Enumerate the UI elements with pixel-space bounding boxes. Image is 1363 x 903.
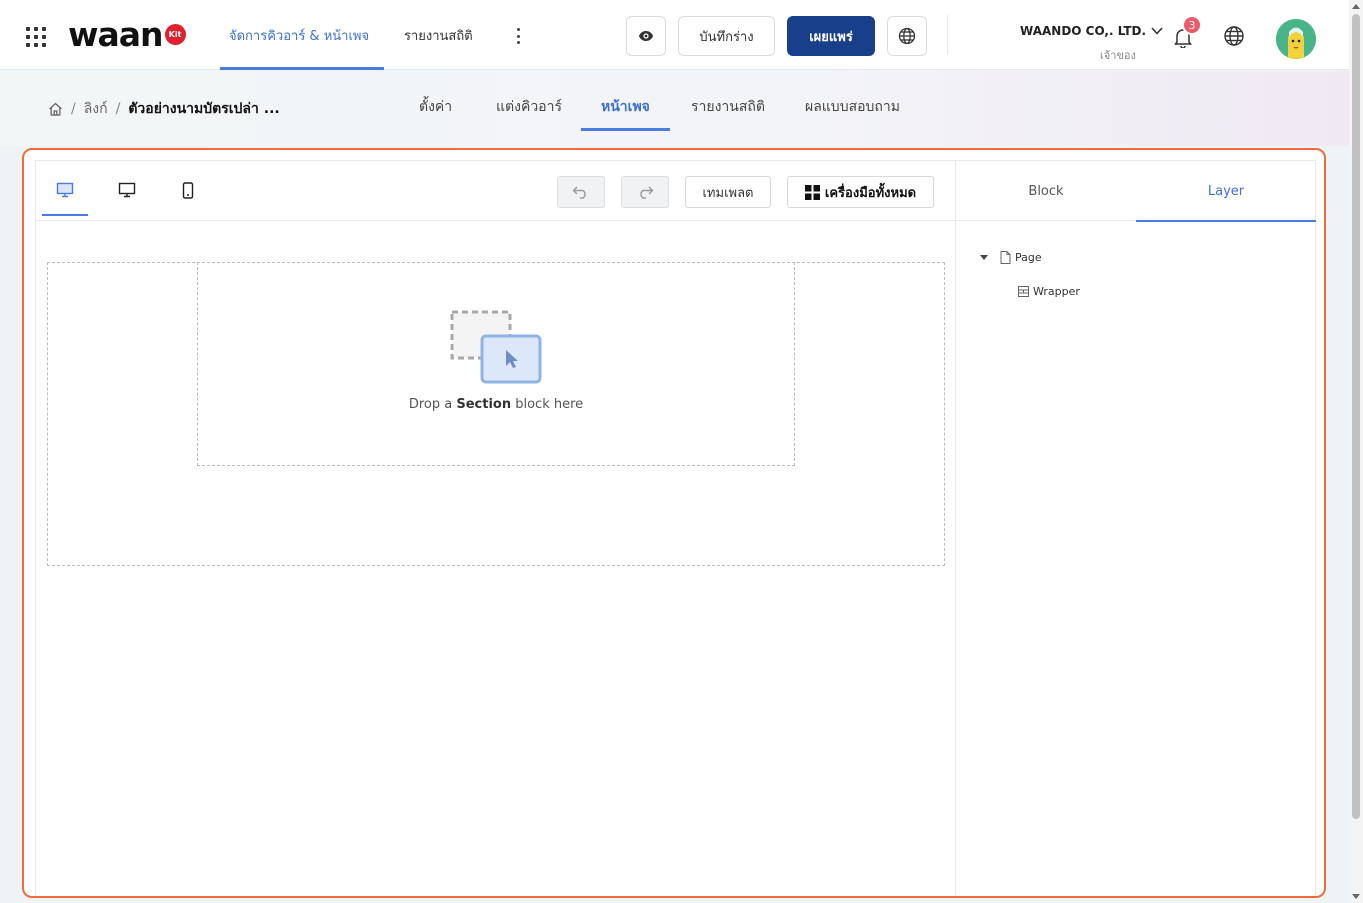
page-tab-qr-design[interactable]: แต่งคิวอาร์ xyxy=(496,96,562,131)
layer-label: Page xyxy=(1015,251,1042,264)
device-desktop-button[interactable] xyxy=(104,161,150,219)
page-wrapper-dropzone[interactable]: Drop a Section block here xyxy=(47,262,945,566)
language-button[interactable] xyxy=(887,16,927,56)
panel-tab-block[interactable]: Block xyxy=(956,161,1136,221)
layer-tree-item-page[interactable]: Page xyxy=(980,251,1042,264)
publish-button[interactable]: เผยแพร่ xyxy=(787,16,875,56)
scroll-down-arrow-icon[interactable] xyxy=(1352,894,1360,899)
globe-icon xyxy=(898,27,916,45)
breadcrumb: / ลิงก์ / ตัวอย่างนามบัตรเปล่า ... xyxy=(48,98,280,120)
page-tab-settings[interactable]: ตั้งค่า xyxy=(419,96,452,131)
device-mobile-button[interactable] xyxy=(165,161,211,219)
desktop-icon xyxy=(118,182,136,198)
drop-hint-strong: Section xyxy=(456,397,512,412)
page-scrollbar[interactable] xyxy=(1349,0,1363,903)
header-divider xyxy=(947,15,948,55)
page-tab-statistics[interactable]: รายงานสถิติ xyxy=(691,96,765,131)
notification-badge: 3 xyxy=(1182,15,1202,35)
breadcrumb-separator: / xyxy=(115,101,121,117)
panel-tabs: Block Layer xyxy=(956,161,1316,222)
world-icon[interactable] xyxy=(1223,25,1245,47)
nav-tab-statistics[interactable]: รายงานสถิติ xyxy=(404,0,473,70)
company-role: เจ้าของ xyxy=(1100,49,1136,62)
grid-blocks-icon xyxy=(804,184,820,200)
breadcrumb-parent-link[interactable]: ลิงก์ xyxy=(84,98,108,120)
apps-grid-icon[interactable] xyxy=(26,27,46,47)
top-header: waan Kit จัดการคิวอาร์ & หน้าเพจ รายงานส… xyxy=(0,0,1349,70)
page-editor: เทมเพลต เครื่องมือทั้งหมด Drop a Section… xyxy=(35,160,955,896)
page-icon xyxy=(1000,251,1011,264)
section-dropzone[interactable]: Drop a Section block here xyxy=(197,262,795,466)
preview-button[interactable] xyxy=(626,16,666,56)
save-draft-button[interactable]: บันทึกร่าง xyxy=(678,16,775,56)
all-tools-button[interactable]: เครื่องมือทั้งหมด xyxy=(787,176,934,208)
expand-caret-icon[interactable] xyxy=(980,255,988,260)
redo-button[interactable] xyxy=(621,176,669,208)
breadcrumb-current: ตัวอย่างนามบัตรเปล่า ... xyxy=(128,101,280,117)
mobile-icon xyxy=(182,181,194,199)
nav-tab-manage-qr-pages[interactable]: จัดการคิวอาร์ & หน้าเพจ xyxy=(219,0,385,70)
company-name: WAANDO CO,. LTD. xyxy=(1020,24,1147,38)
page-tab-page[interactable]: หน้าเพจ xyxy=(581,96,670,131)
more-menu-icon[interactable] xyxy=(512,26,524,46)
wrapper-icon xyxy=(1018,286,1029,297)
logo-text: waan xyxy=(68,14,164,54)
eye-icon xyxy=(639,31,653,41)
device-desktop-wide-button[interactable] xyxy=(42,161,88,219)
chevron-down-icon xyxy=(1151,27,1163,35)
scroll-thumb[interactable] xyxy=(1352,14,1360,819)
all-tools-label: เครื่องมือทั้งหมด xyxy=(824,185,917,201)
logo[interactable]: waan Kit xyxy=(68,14,186,54)
panel-tab-layer[interactable]: Layer xyxy=(1136,161,1316,222)
avatar[interactable] xyxy=(1276,19,1316,59)
layer-label: Wrapper xyxy=(1033,285,1080,298)
desktop-wide-icon xyxy=(56,182,74,198)
drop-hint-prefix: Drop a xyxy=(408,397,457,412)
undo-icon xyxy=(572,186,586,199)
editor-toolbar: เทมเพลต เครื่องมือทั้งหมด xyxy=(36,161,955,221)
logo-badge: Kit xyxy=(164,23,186,45)
page-tab-survey-results[interactable]: ผลแบบสอบถาม xyxy=(805,96,900,131)
company-switcher[interactable]: WAANDO CO,. LTD. xyxy=(1020,24,1163,38)
redo-icon xyxy=(640,186,654,199)
home-icon[interactable] xyxy=(48,102,63,116)
template-button[interactable]: เทมเพลต xyxy=(685,176,771,208)
undo-button[interactable] xyxy=(557,176,605,208)
scroll-up-arrow-icon[interactable] xyxy=(1352,4,1360,9)
drop-hint-suffix: block here xyxy=(511,397,584,412)
drop-block-icon xyxy=(450,310,542,384)
avatar-illustration-icon xyxy=(1276,19,1316,59)
side-panel: Block Layer Page Wrapper xyxy=(955,160,1316,896)
editor-frame: เทมเพลต เครื่องมือทั้งหมด Drop a Section… xyxy=(22,148,1326,898)
layer-tree-item-wrapper[interactable]: Wrapper xyxy=(1018,285,1080,298)
drop-hint: Drop a Section block here xyxy=(198,397,794,412)
breadcrumb-separator: / xyxy=(71,101,76,117)
